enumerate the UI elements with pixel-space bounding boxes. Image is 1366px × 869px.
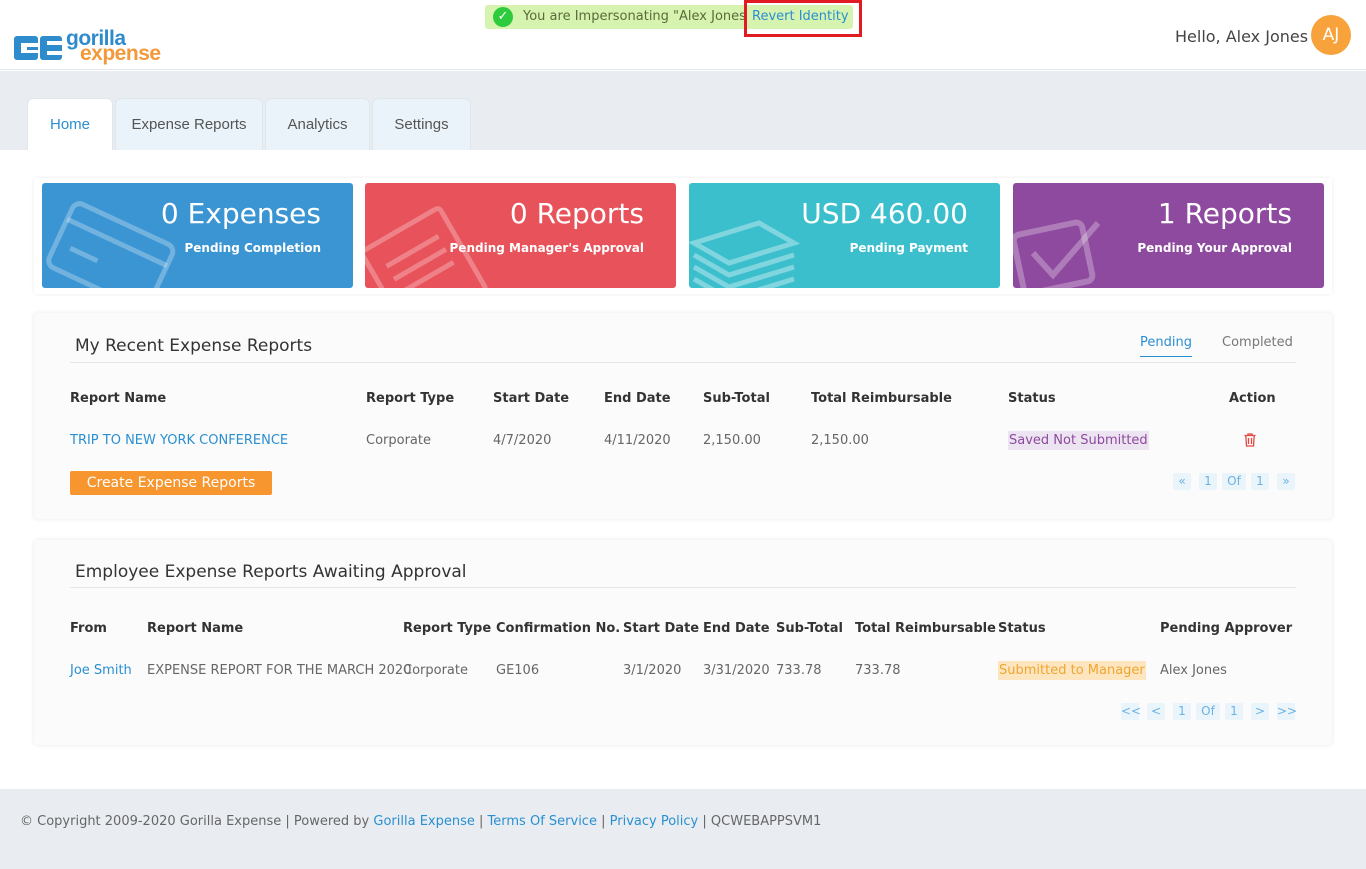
gorilla-expense-link[interactable]: Gorilla Expense [373, 814, 474, 829]
col-header: From [70, 621, 107, 636]
pager-prev-button[interactable]: < [1147, 703, 1165, 720]
panel-title: Employee Expense Reports Awaiting Approv… [75, 562, 467, 582]
tab-settings[interactable]: Settings [372, 98, 471, 150]
user-greeting: Hello, Alex Jones [1175, 27, 1309, 46]
pager-total: 1 [1251, 473, 1269, 490]
col-header: Sub-Total [703, 391, 770, 406]
card-pending-payment[interactable]: USD 460.00 Pending Payment [689, 183, 1000, 288]
report-name-link[interactable]: TRIP TO NEW YORK CONFERENCE [70, 433, 288, 448]
pager-of: Of [1196, 703, 1220, 720]
pending-approver: Alex Jones [1160, 663, 1227, 678]
divider [70, 587, 1296, 588]
col-header: Report Type [403, 621, 492, 636]
logo-word-expense: expense [80, 42, 161, 65]
logo-mark-icon [14, 36, 62, 60]
panel-title: My Recent Expense Reports [75, 336, 313, 356]
impersonation-message: You are Impersonating "Alex Jones" [523, 9, 745, 24]
card-caption: Pending Manager's Approval [449, 241, 644, 255]
pager-prev-button[interactable]: « [1173, 473, 1191, 490]
col-header: Confirmation No. [496, 621, 621, 636]
status-badge: Submitted to Manager [998, 661, 1146, 680]
footer-line: © Copyright 2009-2020 Gorilla Expense | … [20, 814, 821, 829]
col-header: End Date [703, 621, 770, 636]
card-pending-completion[interactable]: 0 Expenses Pending Completion [42, 183, 353, 288]
terms-of-service-link[interactable]: Terms Of Service [488, 814, 597, 829]
pager-next-button[interactable]: » [1277, 473, 1295, 490]
card-value: 1 Reports [1157, 197, 1292, 230]
check-circle-icon: ✓ [493, 7, 513, 27]
confirmation-no: GE106 [496, 663, 540, 678]
status-badge: Saved Not Submitted [1008, 431, 1149, 450]
summary-cards: 0 Expenses Pending Completion 0 Reports … [34, 178, 1332, 294]
avatar[interactable]: AJ [1311, 15, 1351, 55]
report-type: Corporate [366, 433, 431, 448]
card-caption: Pending Completion [184, 241, 321, 255]
main-nav-tabs: Home Expense Reports Analytics Settings [0, 71, 1366, 150]
report-type: Corporate [403, 663, 468, 678]
col-header: Start Date [493, 391, 570, 406]
col-header: Pending Approver [1160, 621, 1293, 636]
total-reimbursable: 2,150.00 [811, 433, 869, 448]
col-header: Action [1229, 391, 1276, 406]
start-date: 3/1/2020 [623, 663, 682, 678]
separator: | [479, 814, 484, 829]
col-header: Status [998, 621, 1046, 636]
subtab-pending[interactable]: Pending [1140, 335, 1192, 357]
create-expense-report-button[interactable]: Create Expense Reports [70, 471, 272, 495]
revert-identity-highlight [744, 0, 862, 37]
recent-reports-panel: My Recent Expense Reports Pending Comple… [34, 313, 1332, 519]
card-pending-your-approval[interactable]: 1 Reports Pending Your Approval [1013, 183, 1324, 288]
privacy-policy-link[interactable]: Privacy Policy [610, 814, 699, 829]
col-header: End Date [604, 391, 671, 406]
card-caption: Pending Your Approval [1137, 241, 1292, 255]
pager-total: 1 [1225, 703, 1243, 720]
pager-last-button[interactable]: >> [1277, 703, 1297, 720]
end-date: 3/31/2020 [703, 663, 770, 678]
col-header: Report Name [70, 391, 167, 406]
card-value: 0 Reports [509, 197, 644, 230]
end-date: 4/11/2020 [604, 433, 671, 448]
card-pending-manager-approval[interactable]: 0 Reports Pending Manager's Approval [365, 183, 676, 288]
pager-of: Of [1222, 473, 1246, 490]
gorilla-expense-logo[interactable]: gorilla expense [14, 27, 164, 68]
col-header: Start Date [623, 621, 700, 636]
col-header: Total Reimbursable [855, 621, 996, 636]
separator: | [702, 814, 707, 829]
card-value: USD 460.00 [801, 197, 968, 230]
col-header: Report Type [366, 391, 455, 406]
pager-page[interactable]: 1 [1173, 703, 1191, 720]
sub-total: 2,150.00 [703, 433, 761, 448]
copyright-text: © Copyright 2009-2020 Gorilla Expense | … [20, 814, 370, 829]
tab-home[interactable]: Home [27, 98, 113, 150]
pager-first-button[interactable]: << [1121, 703, 1141, 720]
tab-analytics[interactable]: Analytics [265, 98, 370, 150]
col-header: Status [1008, 391, 1056, 406]
start-date: 4/7/2020 [493, 433, 552, 448]
col-header: Total Reimbursable [811, 391, 952, 406]
trash-icon[interactable] [1244, 433, 1256, 447]
tab-expense-reports[interactable]: Expense Reports [115, 98, 263, 150]
card-value: 0 Expenses [160, 197, 321, 230]
employee-link[interactable]: Joe Smith [70, 663, 132, 678]
sub-total: 733.78 [776, 663, 822, 678]
pager-page[interactable]: 1 [1199, 473, 1217, 490]
server-name: QCWEBAPPSVM1 [710, 814, 822, 829]
subtab-completed[interactable]: Completed [1222, 335, 1293, 350]
footer: © Copyright 2009-2020 Gorilla Expense | … [0, 789, 1366, 869]
total-reimbursable: 733.78 [855, 663, 901, 678]
report-name: EXPENSE REPORT FOR THE MARCH 2020 [147, 663, 412, 678]
col-header: Report Name [147, 621, 244, 636]
awaiting-approval-panel: Employee Expense Reports Awaiting Approv… [34, 540, 1332, 745]
pager-next-button[interactable]: > [1251, 703, 1269, 720]
top-header: gorilla expense ✓ You are Impersonating … [0, 0, 1366, 70]
separator: | [601, 814, 606, 829]
col-header: Sub-Total [776, 621, 843, 636]
divider [70, 362, 1296, 363]
card-caption: Pending Payment [849, 241, 968, 255]
